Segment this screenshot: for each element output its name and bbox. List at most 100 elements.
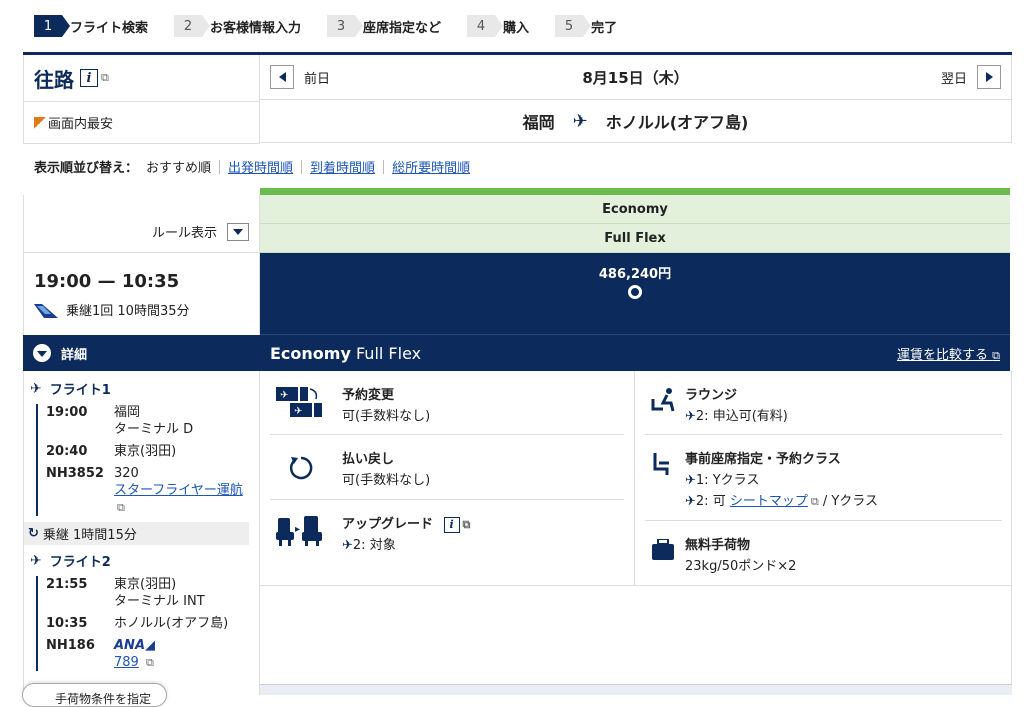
left-header: 往路 i ⧉ 画面内最安 xyxy=(23,55,260,144)
detail-toggle[interactable]: 詳細 xyxy=(23,335,260,371)
operator-link[interactable]: スターフライヤー運航 xyxy=(114,483,243,498)
conditions-right: ラウンジ ✈2: 申込可(有料) 事前座席指定・予約クラス ✈1: Yクラス ✈… xyxy=(635,371,1012,586)
flight2-label: フライト2 xyxy=(49,555,111,570)
detail-label: 詳細 xyxy=(61,347,88,363)
itinerary-stops: 乗継1回 10時間35分 xyxy=(34,300,249,319)
chevron-down-icon xyxy=(233,228,243,235)
arr-place: 東京(羽田) xyxy=(114,444,177,459)
selected-fare[interactable]: 486,240円 xyxy=(260,253,1010,334)
external-link-icon: ⧉ xyxy=(117,501,125,514)
step-label: 座席指定など xyxy=(363,20,442,36)
progress-steps: 1 フライト検索 2 お客様情報入力 3 座席指定など 4 購入 5 完了 xyxy=(34,15,643,37)
seat-condition: 事前座席指定・予約クラス ✈1: Yクラス ✈2: 可 シートマップ ⧉ / Yク… xyxy=(645,435,1002,521)
next-day-label: 翌日 xyxy=(940,71,967,87)
flight-change-icon: ✈ ✈ xyxy=(270,371,342,434)
sort-departure-link[interactable]: 出発時間順 xyxy=(228,157,293,176)
step-number: 2 xyxy=(174,15,211,37)
airplane-icon: ✈ xyxy=(30,552,42,569)
transfer-info: ↻ 乗継 1時間15分 xyxy=(24,522,249,545)
aircraft: 320 xyxy=(114,466,139,481)
date-nav: 前日 8月15日（木） 翌日 xyxy=(260,55,1012,100)
svg-text:✈: ✈ xyxy=(294,406,302,417)
chevron-right-icon xyxy=(977,65,1001,89)
step-complete: 5 完了 xyxy=(555,15,617,37)
dep-time: 19:00 xyxy=(46,405,88,420)
svg-text:✈: ✈ xyxy=(280,390,288,401)
baggage-condition: 無料手荷物 23kg/50ポンド×2 xyxy=(645,521,1002,585)
step-label: 完了 xyxy=(591,20,618,36)
lounge-condition: ラウンジ ✈2: 申込可(有料) xyxy=(645,371,1002,435)
aircraft-link[interactable]: 789 xyxy=(114,655,139,670)
itinerary-time: 19:00 — 10:35 xyxy=(34,271,180,292)
sort-current: おすすめ順 xyxy=(146,161,212,176)
airplane-icon: ✈ xyxy=(572,110,588,132)
seat-line2: ✈2: 可 シートマップ ⧉ / Yクラス xyxy=(685,491,878,512)
seat-line1: ✈1: Yクラス xyxy=(685,473,760,488)
arr-time: 10:35 xyxy=(46,616,88,631)
upgrade-condition: ▸ アップグレード i ⧉ ✈2: 対象 xyxy=(270,500,624,586)
info-icon[interactable]: i xyxy=(443,516,460,533)
info-icon[interactable]: i xyxy=(80,69,98,87)
baggage-condition-label: 手荷物条件を指定 xyxy=(55,692,152,706)
seat-head: 事前座席指定・予約クラス xyxy=(685,452,841,467)
change-text: 可(手数料なし) xyxy=(342,409,431,424)
step-label: フライト検索 xyxy=(70,20,149,36)
fare-title-bar: Economy Full Flex 運賃を比較する ⧉ xyxy=(260,334,1010,371)
baggage-condition-button[interactable]: 手荷物条件を指定 xyxy=(22,683,167,707)
flight2-segment: 21:55 東京(羽田) ターミナル INT 10:35 ホノルル(オアフ島) … xyxy=(36,576,259,671)
next-day-button[interactable]: 翌日 xyxy=(941,65,1001,89)
seatmap-link[interactable]: シートマップ xyxy=(730,494,808,509)
arr-time: 20:40 xyxy=(46,444,88,459)
fare-conditions: ✈ ✈ 予約変更 可(手数料なし) 払い戻し 可(手数料なし) ▸ アップグレー… xyxy=(260,371,1012,586)
external-link-icon: ⧉ xyxy=(101,71,109,84)
prev-day-label: 前日 xyxy=(304,71,331,87)
transfer-icon: ↻ xyxy=(28,526,39,541)
cheapest-label: 画面内最安 xyxy=(48,117,114,132)
sort-duration-link[interactable]: 総所要時間順 xyxy=(392,157,470,176)
route-destination: ホノルル(オアフ島) xyxy=(605,113,749,132)
change-condition: ✈ ✈ 予約変更 可(手数料なし) xyxy=(270,371,624,435)
step-label: 購入 xyxy=(503,20,530,36)
step-purchase: 4 購入 xyxy=(467,15,529,37)
transfer-text: 乗継 1時間15分 xyxy=(42,528,137,543)
conditions-left: ✈ ✈ 予約変更 可(手数料なし) 払い戻し 可(手数料なし) ▸ アップグレー… xyxy=(260,371,635,586)
rule-display: ルール表示 xyxy=(23,195,260,253)
baggage-head: 無料手荷物 xyxy=(685,538,751,553)
change-head: 予約変更 xyxy=(342,388,395,403)
stops-text: 乗継1回 10時間35分 xyxy=(66,304,190,319)
refund-text: 可(手数料なし) xyxy=(342,473,431,488)
rule-dropdown-button[interactable] xyxy=(227,222,249,241)
compare-fares-link[interactable]: 運賃を比較する ⧉ xyxy=(897,344,1000,363)
step-seat-selection: 3 座席指定など xyxy=(327,15,441,37)
step-number: 3 xyxy=(327,15,364,37)
external-link-icon: ⧉ xyxy=(810,495,819,508)
external-link-icon: ⧉ xyxy=(145,656,154,669)
airplane-icon: ✈ xyxy=(30,380,42,397)
step-number: 4 xyxy=(467,15,504,37)
itinerary-summary: 19:00 — 10:35 乗継1回 10時間35分 xyxy=(23,253,260,335)
upgrade-text: ✈2: 対象 xyxy=(342,538,396,553)
cheapest-flag-icon xyxy=(34,116,46,129)
baggage-text: 23kg/50ポンド×2 xyxy=(685,559,797,574)
dep-place: 東京(羽田) xyxy=(114,577,177,592)
fare-type-label: Full Flex xyxy=(260,224,1010,253)
outbound-title: 往路 xyxy=(34,67,74,92)
upgrade-seat-icon: ▸ xyxy=(270,500,342,586)
flight1-title: ✈ フライト1 xyxy=(24,371,259,399)
route-header: 福岡 ✈ ホノルル(オアフ島) xyxy=(260,100,1012,143)
ana-logo: ANA xyxy=(114,638,146,653)
svg-text:▸: ▸ xyxy=(295,524,300,535)
sort-arrival-link[interactable]: 到着時間順 xyxy=(310,157,375,176)
flight1-label: フライト1 xyxy=(49,383,111,398)
chevron-left-icon xyxy=(270,65,294,89)
prev-day-button[interactable]: 前日 xyxy=(270,65,330,89)
flight2-title: ✈ フライト2 xyxy=(24,549,259,571)
fare-column: Economy Full Flex 486,240円 Economy Full … xyxy=(260,188,1010,371)
route-origin: 福岡 xyxy=(522,113,555,132)
rule-display-label: ルール表示 xyxy=(151,226,217,241)
arr-place: ホノルル(オアフ島) xyxy=(114,616,229,631)
dep-terminal: ターミナル INT xyxy=(114,594,205,609)
lounge-icon xyxy=(645,371,685,434)
cheapest-legend: 画面内最安 xyxy=(23,102,260,144)
flight-number: NH186 xyxy=(46,638,95,653)
